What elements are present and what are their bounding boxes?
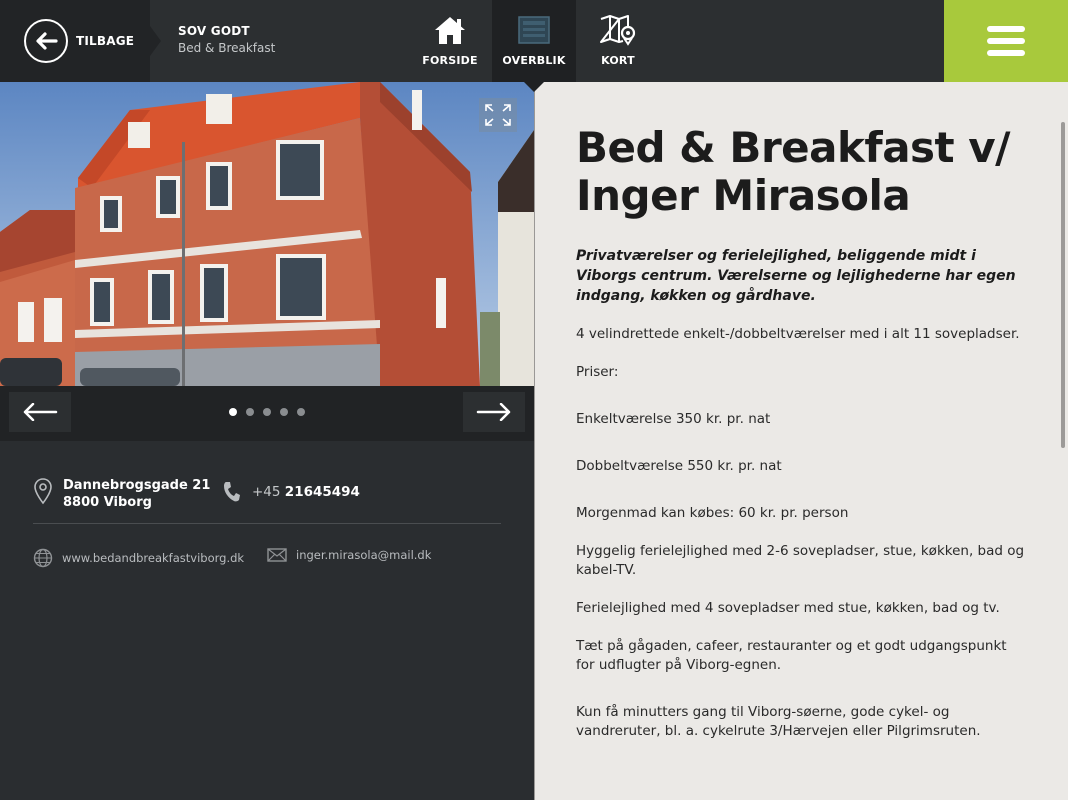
body-paragraph: Tæt på gågaden, cafeer, restauranter og … xyxy=(576,638,1007,673)
gallery-controls xyxy=(0,386,534,441)
gallery-dot[interactable] xyxy=(280,408,288,416)
address-line1: Dannebrogsgade 21 xyxy=(63,478,211,493)
gallery-photo[interactable] xyxy=(0,82,534,386)
website-link[interactable]: www.bedandbreakfastviborg.dk xyxy=(33,548,244,568)
back-button[interactable]: TILBAGE xyxy=(0,0,150,82)
map-icon xyxy=(599,14,637,46)
left-panel: Dannebrogsgade 21 8800 Viborg +45 216454… xyxy=(0,82,534,800)
gallery-dot[interactable] xyxy=(229,408,237,416)
divider xyxy=(33,523,501,524)
hamburger-menu-button[interactable] xyxy=(944,0,1068,82)
address: Dannebrogsgade 21 8800 Viborg xyxy=(33,477,210,511)
breadcrumb: SOV GODT Bed & Breakfast xyxy=(178,24,275,55)
email-link[interactable]: inger.mirasola@mail.dk xyxy=(267,548,431,562)
tab-label: KORT xyxy=(601,54,635,67)
back-label: TILBAGE xyxy=(76,34,135,48)
body-paragraph: Ferielejlighed med 4 sovepladser med stu… xyxy=(576,600,1000,616)
tab-overblik[interactable]: OVERBLIK xyxy=(492,0,576,82)
previous-image-button[interactable] xyxy=(9,392,71,432)
gallery-dot[interactable] xyxy=(246,408,254,416)
website-text: www.bedandbreakfastviborg.dk xyxy=(62,551,245,565)
body-paragraph: Dobbeltværelse 550 kr. pr. nat xyxy=(576,458,782,474)
scrollbar[interactable] xyxy=(1061,122,1065,448)
arrow-right-icon xyxy=(476,403,511,421)
building-photo xyxy=(0,82,534,386)
fullscreen-button[interactable] xyxy=(479,98,517,132)
tab-kort[interactable]: KORT xyxy=(576,0,660,82)
gallery-dot[interactable] xyxy=(263,408,271,416)
phone[interactable]: +45 21645494 xyxy=(222,481,360,503)
email-text: inger.mirasola@mail.dk xyxy=(296,548,432,562)
overview-icon xyxy=(517,14,551,46)
tab-label: OVERBLIK xyxy=(502,54,566,67)
expand-icon xyxy=(485,104,511,126)
body-paragraph: 4 velindrettede enkelt-/dobbeltværelser … xyxy=(576,326,1020,342)
phone-number: 21645494 xyxy=(284,484,360,500)
home-icon xyxy=(432,14,468,46)
back-arrow-icon xyxy=(24,19,68,63)
body-paragraph: Morgenmad kan købes: 60 kr. pr. person xyxy=(576,505,849,521)
body-paragraph: Hyggelig ferielejlighed med 2-6 soveplad… xyxy=(576,543,1025,578)
phone-icon xyxy=(224,482,240,502)
location-pin-icon xyxy=(34,478,52,505)
top-bar: TILBAGE SOV GODT Bed & Breakfast FORSIDE… xyxy=(0,0,1068,82)
arrow-left-icon xyxy=(23,403,58,421)
address-line2: 8800 Viborg xyxy=(63,495,152,510)
globe-icon xyxy=(33,548,53,568)
breadcrumb-title: SOV GODT xyxy=(178,24,250,38)
tab-forside[interactable]: FORSIDE xyxy=(408,0,492,82)
hamburger-icon xyxy=(987,26,1025,32)
phone-prefix: +45 xyxy=(252,484,281,500)
gallery-pagination xyxy=(229,408,305,416)
article-panel: Bed & Breakfast v/ Inger Mirasola Privat… xyxy=(534,82,1068,800)
breadcrumb-subtitle: Bed & Breakfast xyxy=(178,41,276,55)
body-paragraph: Enkeltværelse 350 kr. pr. nat xyxy=(576,411,771,427)
article: Bed & Breakfast v/ Inger Mirasola Privat… xyxy=(576,124,1026,741)
lead-paragraph: Privatværelser og ferielejlighed, beligg… xyxy=(576,248,1016,304)
envelope-icon xyxy=(267,548,287,562)
tab-label: FORSIDE xyxy=(422,54,478,67)
body-paragraph: Priser: xyxy=(576,364,619,380)
next-image-button[interactable] xyxy=(463,392,525,432)
body-paragraph: Kun få minutters gang til Viborg-søerne,… xyxy=(576,704,981,739)
gallery-dot[interactable] xyxy=(297,408,305,416)
page-title: Bed & Breakfast v/ Inger Mirasola xyxy=(576,123,1010,220)
